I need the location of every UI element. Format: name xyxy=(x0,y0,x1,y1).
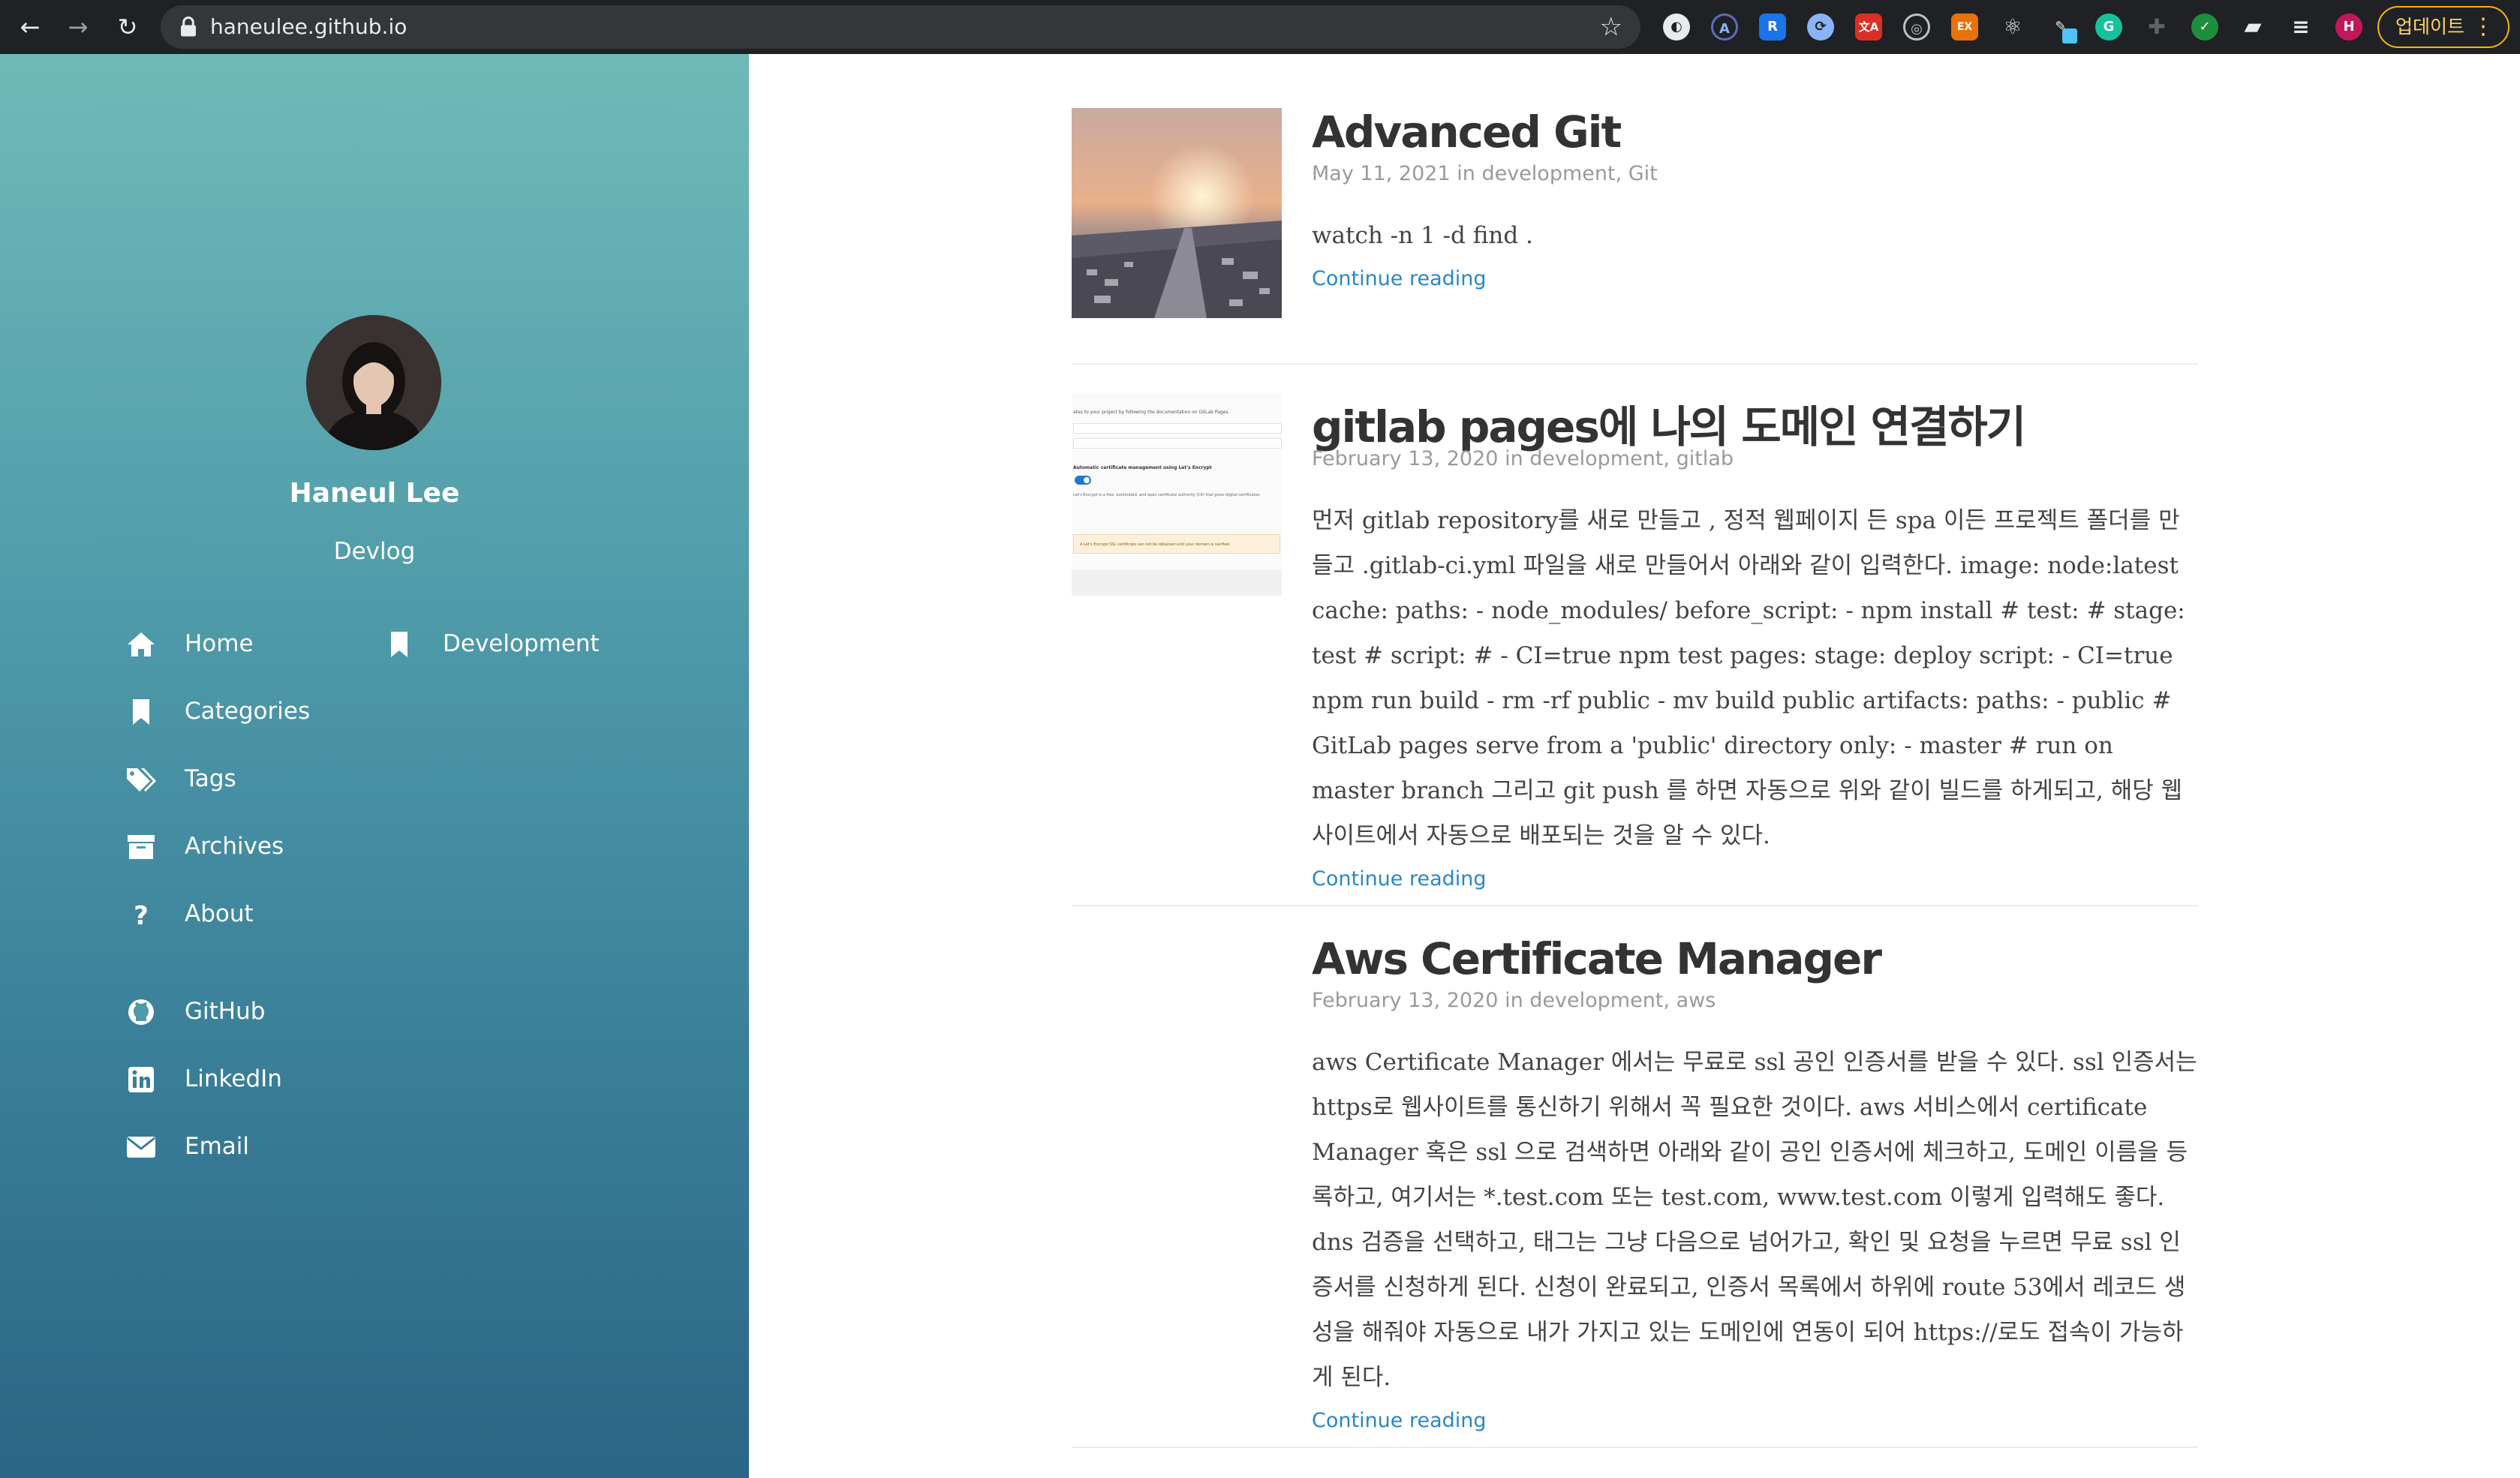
update-label: 업데이트 xyxy=(2395,16,2465,38)
tags-icon xyxy=(127,768,156,792)
check-icon[interactable]: ✓ xyxy=(2191,14,2218,41)
continue-reading-link[interactable]: Continue reading xyxy=(1312,867,1487,891)
ex-icon[interactable]: EX xyxy=(1951,14,1978,41)
nav-label: Tags xyxy=(185,765,236,792)
post-divider xyxy=(1072,905,2197,906)
sync-icon[interactable]: ⟳ xyxy=(1807,14,1834,41)
browser-toolbar: ← → ↻ haneulee.github.io ☆ ◐ A R ⟳ 文A ◎ … xyxy=(0,0,2520,54)
puzzle-icon[interactable]: ▰ xyxy=(2239,14,2266,41)
forward-arrow-icon[interactable]: → xyxy=(62,11,95,44)
thumb-footer xyxy=(1072,570,1282,596)
thumb-warning: A Let's Encrypt SSL certificate can not … xyxy=(1073,534,1280,554)
social-label: LinkedIn xyxy=(185,1065,282,1092)
post-meta-in: in xyxy=(1457,162,1475,185)
continue-reading-link[interactable]: Continue reading xyxy=(1312,267,1487,290)
url-text: haneulee.github.io xyxy=(210,14,407,39)
thumb-text: ates to your project by following the do… xyxy=(1073,410,1230,415)
archive-icon xyxy=(128,835,155,859)
post-item: Aws Certificate Manager February 13, 202… xyxy=(1072,933,2197,1443)
profile-avatar[interactable]: H xyxy=(2335,14,2362,41)
author-description: Devlog xyxy=(333,538,416,565)
back-arrow-icon[interactable]: ← xyxy=(14,11,47,44)
post-meta: February 13, 2020 in development, gitlab xyxy=(1312,447,1734,470)
thumb-body: Let's Encrypt is a free, automated, and … xyxy=(1073,493,1261,497)
post-title[interactable]: Advanced Git xyxy=(1312,107,1622,158)
post-date: February 13, 2020 xyxy=(1312,447,1499,470)
globe-icon[interactable]: ◐ xyxy=(1663,14,1690,41)
nav-label: Archives xyxy=(185,833,284,860)
post-thumbnail[interactable]: ates to your project by following the do… xyxy=(1072,393,1282,596)
svg-text:?: ? xyxy=(134,901,149,928)
post-date: February 13, 2020 xyxy=(1312,989,1499,1012)
a-icon[interactable]: A xyxy=(1711,14,1738,41)
lock-icon xyxy=(181,17,196,37)
thumb-heading: Automatic certificate management using L… xyxy=(1073,465,1212,470)
thumb-field xyxy=(1073,438,1282,449)
post-divider xyxy=(1072,363,2197,365)
post-item: ates to your project by following the do… xyxy=(1072,392,2197,902)
thumb-toggle xyxy=(1075,476,1091,485)
post-meta-in: in xyxy=(1505,447,1523,470)
post-excerpt: aws Certificate Manager 에서는 무료로 ssl 공인 인… xyxy=(1312,1049,2197,1391)
update-button[interactable]: 업데이트 ⋮ xyxy=(2377,6,2509,48)
post-excerpt: watch -n 1 -d find . xyxy=(1312,222,1533,249)
post-title[interactable]: gitlab pages에 나의 도메인 연결하기 xyxy=(1312,392,2026,455)
envelope-icon xyxy=(127,1137,155,1158)
avatar xyxy=(306,315,441,450)
post-thumbnail[interactable] xyxy=(1072,108,1282,318)
category-link[interactable]: development xyxy=(1481,162,1615,185)
sidebar: Haneul Lee Devlog Home Development Categ… xyxy=(0,54,749,1478)
linkedin-icon xyxy=(128,1067,154,1092)
r-icon[interactable]: R xyxy=(1759,14,1786,41)
crosshair-icon[interactable]: ✚ xyxy=(2143,14,2170,41)
home-icon xyxy=(128,632,155,656)
social-label: GitHub xyxy=(185,998,266,1025)
github-icon xyxy=(128,999,154,1025)
thumb-field xyxy=(1073,423,1282,434)
post-meta: May 11, 2021 in development, Git xyxy=(1312,162,1658,185)
react-icon[interactable]: ⚛ xyxy=(1999,14,2026,41)
category-link[interactable]: Git xyxy=(1628,162,1658,185)
bookmark-icon xyxy=(391,632,407,657)
category-link[interactable]: gitlab xyxy=(1676,447,1734,470)
post-meta-in: in xyxy=(1505,989,1523,1012)
post-date: May 11, 2021 xyxy=(1312,162,1451,185)
translate-icon[interactable]: 文A xyxy=(1855,14,1882,41)
reload-icon[interactable]: ↻ xyxy=(111,11,144,44)
nav-label: About xyxy=(185,900,254,927)
continue-reading-link[interactable]: Continue reading xyxy=(1312,1409,1487,1432)
question-icon: ? xyxy=(134,901,149,928)
nav-label: Categories xyxy=(185,698,311,725)
author-name: Haneul Lee xyxy=(289,478,460,509)
post-item: Advanced Git May 11, 2021 in development… xyxy=(1072,107,2197,332)
pen-icon[interactable]: ✎ xyxy=(2047,14,2077,44)
post-title[interactable]: Aws Certificate Manager xyxy=(1312,933,1882,984)
nav-label: Development xyxy=(443,630,600,657)
playlist-icon[interactable]: ≡ xyxy=(2287,14,2314,41)
social-label: Email xyxy=(185,1133,250,1160)
nav-label: Home xyxy=(185,630,254,657)
post-divider xyxy=(1072,1446,2197,1448)
target-icon[interactable]: ◎ xyxy=(1903,14,1930,41)
more-vert-icon[interactable]: ⋮ xyxy=(2472,8,2494,47)
address-bar[interactable]: haneulee.github.io ☆ xyxy=(161,5,1640,49)
bookmark-icon xyxy=(133,699,149,725)
bookmark-star-icon[interactable]: ☆ xyxy=(1600,5,1622,49)
post-excerpt: 먼저 gitlab repository를 새로 만들고 , 정적 웹페이지 든… xyxy=(1312,507,2185,849)
post-meta: February 13, 2020 in development, aws xyxy=(1312,989,1716,1012)
category-link[interactable]: development xyxy=(1529,447,1663,470)
grammarly-icon[interactable]: G xyxy=(2095,14,2122,41)
category-link[interactable]: development xyxy=(1529,989,1663,1012)
category-link[interactable]: aws xyxy=(1676,989,1716,1012)
